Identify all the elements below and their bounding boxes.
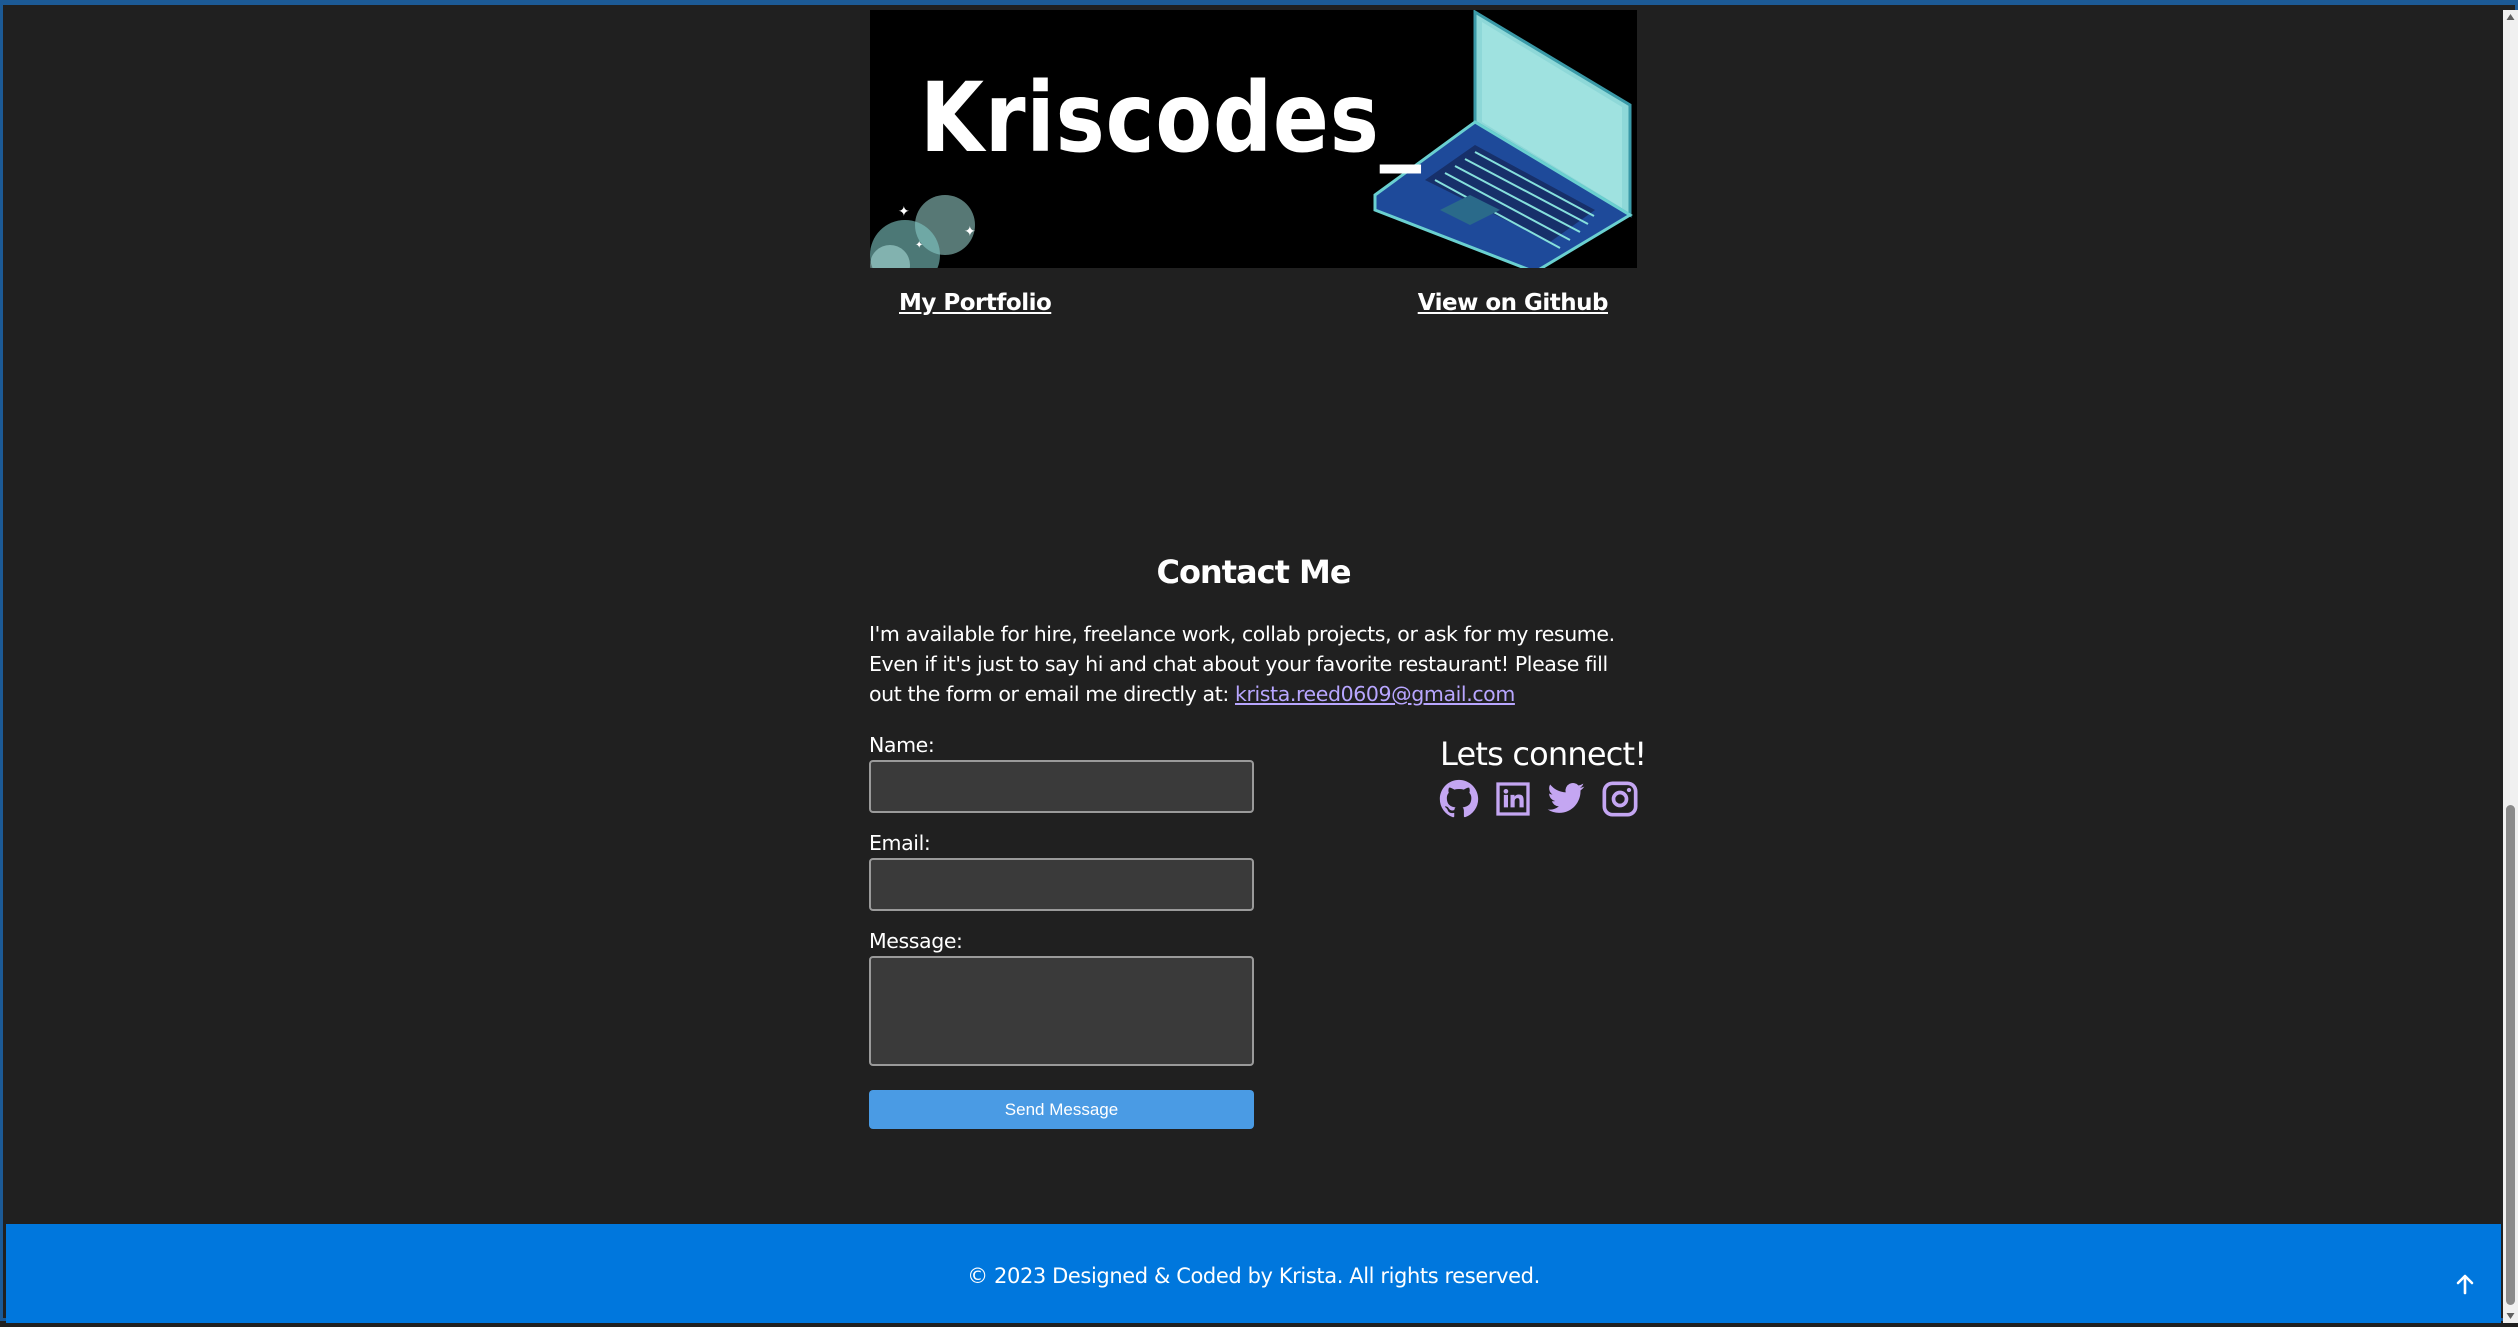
github-link[interactable]: View on Github [1418, 290, 1609, 316]
project-links: My Portfolio View on Github [870, 290, 1637, 330]
name-label: Name: [869, 733, 935, 757]
contact-title: Contact Me [1156, 553, 1351, 591]
linkedin-icon[interactable] [1493, 779, 1533, 819]
github-icon[interactable] [1439, 779, 1479, 819]
svg-text:✦: ✦ [964, 224, 976, 240]
message-textarea[interactable] [869, 956, 1254, 1066]
name-input[interactable] [869, 760, 1254, 813]
message-label: Message: [869, 929, 963, 953]
browser-window: ✦ ✦ ✦ Kriscodes_ My Portfolio View on Gi… [0, 0, 2518, 1323]
scrollbar-thumb[interactable] [2506, 805, 2515, 1305]
scrollbar[interactable] [2503, 10, 2518, 1323]
connect-title: Lets connect! [1440, 735, 1647, 773]
footer: © 2023 Designed & Coded by Krista. All r… [6, 1224, 2501, 1323]
banner-title: Kriscodes_ [920, 62, 1422, 174]
project-banner-image[interactable]: ✦ ✦ ✦ Kriscodes_ [870, 10, 1637, 268]
instagram-icon[interactable] [1600, 779, 1640, 819]
svg-text:✦: ✦ [915, 240, 923, 251]
email-input[interactable] [869, 858, 1254, 911]
contact-email-link[interactable]: krista.reed0609@gmail.com [1235, 682, 1515, 706]
email-label: Email: [869, 831, 931, 855]
send-message-button[interactable]: Send Message [869, 1090, 1254, 1129]
twitter-icon[interactable] [1546, 779, 1586, 819]
contact-intro: I'm available for hire, freelance work, … [869, 619, 1641, 709]
svg-text:✦: ✦ [898, 204, 910, 220]
scroll-up-arrow-icon[interactable] [2503, 10, 2518, 25]
arrow-up-icon[interactable] [2453, 1272, 2477, 1296]
portfolio-link[interactable]: My Portfolio [899, 290, 1052, 316]
footer-copyright: © 2023 Designed & Coded by Krista. All r… [967, 1264, 1540, 1288]
